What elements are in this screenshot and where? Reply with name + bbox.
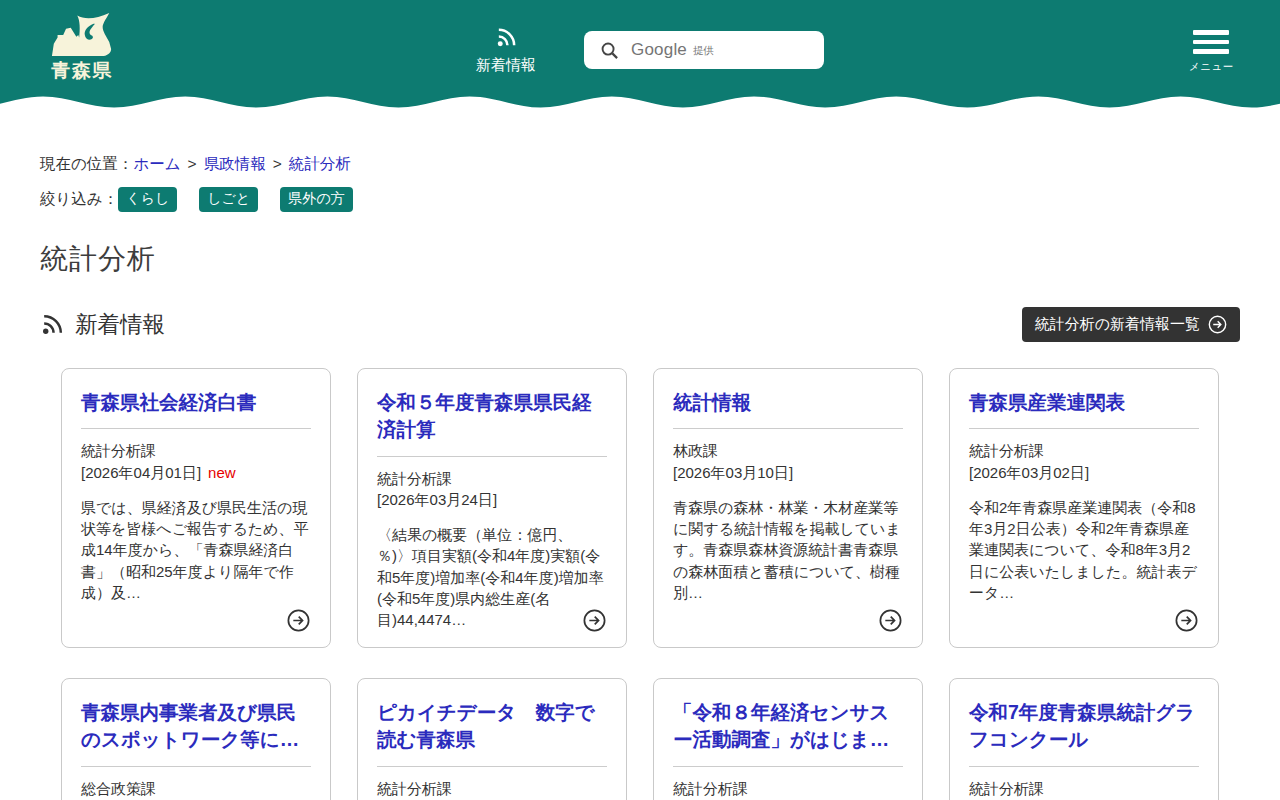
news-section-title: 新着情報	[75, 309, 165, 340]
news-section-header: 新着情報 統計分析の新着情報一覧	[40, 307, 1240, 342]
card-arrow-link[interactable]	[583, 609, 606, 632]
card-title-link[interactable]: 青森県社会経済白書	[81, 389, 311, 416]
card-meta: 統計分析課	[673, 778, 903, 799]
card-title-link[interactable]: 統計情報	[673, 389, 903, 416]
card-agency: 統計分析課	[969, 442, 1044, 459]
menu-label: メニュー	[1189, 60, 1233, 74]
google-provided-label: 提供	[693, 44, 714, 58]
arrow-circle-icon	[1175, 609, 1198, 632]
hamburger-icon	[1189, 30, 1233, 54]
card-meta: 林政課 [2026年03月10日]	[673, 440, 903, 483]
arrow-circle-icon	[1208, 315, 1227, 334]
card-agency: 統計分析課	[377, 470, 452, 487]
card-arrow-link[interactable]	[287, 609, 310, 632]
rss-icon	[40, 312, 65, 337]
card-meta: 統計分析課	[969, 778, 1199, 799]
card-date: [2026年03月10日]	[673, 464, 793, 481]
news-card[interactable]: 青森県社会経済白書 統計分析課 [2026年04月01日] new 県では、県経済及…	[61, 368, 331, 648]
filter-tag-shigoto[interactable]: しごと	[199, 187, 258, 212]
card-meta: 統計分析課 [2026年03月24日]	[377, 468, 607, 511]
breadcrumb: 現在の位置：ホーム>県政情報>統計分析	[40, 154, 1240, 175]
page-title: 統計分析	[40, 240, 1240, 278]
card-agency: 林政課	[673, 442, 718, 459]
card-title-link[interactable]: ピカイチデータ 数字で読む青森県	[377, 699, 607, 754]
breadcrumb-link-current[interactable]: 統計分析	[289, 155, 351, 172]
new-badge: new	[208, 464, 236, 481]
arrow-circle-icon	[583, 609, 606, 632]
header-news-link[interactable]: 新着情報	[468, 26, 544, 75]
card-description: 〈結果の概要（単位：億円、％)〉項目実額(令和4年度)実額(令和5年度)増加率(…	[377, 524, 607, 630]
news-list-button[interactable]: 統計分析の新着情報一覧	[1022, 307, 1240, 342]
card-divider	[81, 428, 311, 429]
card-date: [2026年03月24日]	[377, 491, 497, 508]
header-wave	[0, 96, 1280, 108]
news-card[interactable]: 令和５年度青森県県民経済計算 統計分析課 [2026年03月24日] 〈結果の概要…	[357, 368, 627, 648]
card-agency: 統計分析課	[673, 780, 748, 797]
arrow-circle-icon	[287, 609, 310, 632]
card-title-link[interactable]: 青森県内事業者及び県民のスポットワーク等に…	[81, 699, 311, 754]
rss-icon	[495, 26, 518, 49]
filter-row: 絞り込み： くらし しごと 県外の方	[40, 187, 1240, 212]
card-description: 令和2年青森県産業連関表（令和8年3月2日公表）令和2年青森県産業連関表について…	[969, 497, 1199, 603]
card-agency: 統計分析課	[377, 780, 452, 797]
card-meta: 統計分析課 [2026年03月02日]	[969, 440, 1199, 483]
card-divider	[81, 766, 311, 767]
card-meta: 統計分析課 [2026年04月01日] new	[81, 440, 311, 483]
card-date: [2026年04月01日]	[81, 464, 201, 481]
card-agency: 総合政策課	[81, 780, 156, 797]
search-icon	[600, 41, 619, 60]
card-divider	[673, 428, 903, 429]
card-divider	[673, 766, 903, 767]
card-description: 青森県の森林・林業・木材産業等に関する統計情報を掲載しています。青森県森林資源統…	[673, 497, 903, 603]
card-description: 県では、県経済及び県民生活の現状等を皆様へご報告するため、平成14年度から、「青…	[81, 497, 311, 603]
filter-tag-kengai[interactable]: 県外の方	[280, 187, 352, 212]
breadcrumb-label: 現在の位置：	[40, 155, 133, 172]
filter-tag-kurashi[interactable]: くらし	[118, 187, 177, 212]
card-title-link[interactable]: 「令和８年経済センサスー活動調査」がはじま…	[673, 699, 903, 754]
site-header: 青森県 新着情報 Google 提供 メニュー	[0, 0, 1280, 96]
card-meta: 統計分析課	[377, 778, 607, 799]
logo-text: 青森県	[47, 61, 117, 80]
card-agency: 統計分析課	[81, 442, 156, 459]
card-arrow-link[interactable]	[879, 609, 902, 632]
card-divider	[377, 456, 607, 457]
search-box[interactable]: Google 提供	[584, 31, 824, 69]
news-card[interactable]: ピカイチデータ 数字で読む青森県 統計分析課	[357, 678, 627, 800]
news-card[interactable]: 青森県内事業者及び県民のスポットワーク等に… 総合政策課	[61, 678, 331, 800]
filter-label: 絞り込み：	[40, 189, 118, 210]
card-divider	[377, 766, 607, 767]
card-agency: 統計分析課	[969, 780, 1044, 797]
header-news-label: 新着情報	[468, 56, 544, 75]
arrow-circle-icon	[879, 609, 902, 632]
card-title-link[interactable]: 令和7年度青森県統計グラフコンクール	[969, 699, 1199, 754]
google-logo-text: Google	[631, 40, 687, 60]
card-divider	[969, 766, 1199, 767]
site-logo[interactable]: 青森県	[47, 12, 117, 80]
news-card[interactable]: 青森県産業連関表 統計分析課 [2026年03月02日] 令和2年青森県産業連関表…	[949, 368, 1219, 648]
card-divider	[969, 428, 1199, 429]
news-cards-grid: 青森県社会経済白書 統計分析課 [2026年04月01日] new 県では、県経済及…	[40, 368, 1240, 800]
card-title-link[interactable]: 青森県産業連関表	[969, 389, 1199, 416]
card-meta: 総合政策課	[81, 778, 311, 799]
card-title-link[interactable]: 令和５年度青森県県民経済計算	[377, 389, 607, 444]
breadcrumb-link-home[interactable]: ホーム	[133, 155, 180, 172]
news-card[interactable]: 令和7年度青森県統計グラフコンクール 統計分析課	[949, 678, 1219, 800]
news-card[interactable]: 「令和８年経済センサスー活動調査」がはじま… 統計分析課	[653, 678, 923, 800]
menu-button[interactable]: メニュー	[1189, 30, 1233, 74]
aomori-prefecture-icon	[51, 12, 113, 56]
card-date: [2026年03月02日]	[969, 464, 1089, 481]
card-arrow-link[interactable]	[1175, 609, 1198, 632]
news-card[interactable]: 統計情報 林政課 [2026年03月10日] 青森県の森林・林業・木材産業等に関す…	[653, 368, 923, 648]
breadcrumb-link-kensei[interactable]: 県政情報	[204, 155, 266, 172]
main-content: 現在の位置：ホーム>県政情報>統計分析 絞り込み： くらし しごと 県外の方 統…	[40, 154, 1240, 800]
